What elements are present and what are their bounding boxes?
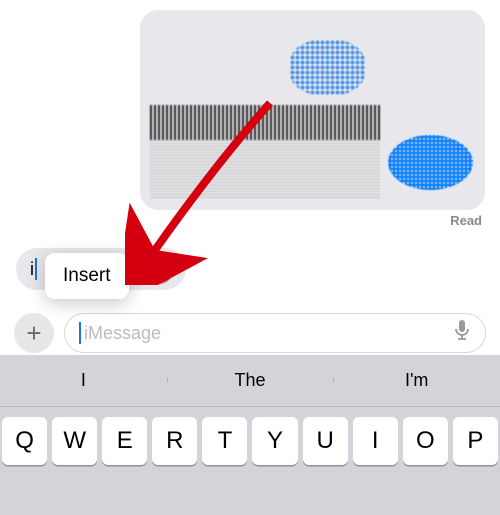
insert-button[interactable]: Insert [45, 253, 129, 299]
plus-icon: + [26, 318, 41, 349]
received-message-bubble[interactable] [140, 10, 485, 210]
text-cursor [79, 322, 81, 344]
redacted-content [150, 138, 380, 198]
keyboard: I The I'm Q W E R T Y U I O P [0, 355, 500, 515]
message-placeholder: iMessage [84, 323, 161, 344]
message-input[interactable]: iMessage [64, 313, 486, 353]
redacted-content [290, 40, 365, 95]
key-w[interactable]: W [52, 417, 97, 465]
suggestion-bar: I The I'm [0, 355, 500, 407]
compass-icon[interactable] [144, 254, 174, 284]
chat-area: Read i Insert [0, 0, 500, 355]
suggestion-0[interactable]: I [0, 370, 167, 391]
key-r[interactable]: R [152, 417, 197, 465]
key-t[interactable]: T [202, 417, 247, 465]
key-i[interactable]: I [353, 417, 398, 465]
redacted-content [388, 135, 473, 190]
text-cursor [35, 258, 37, 280]
draft-text: i [30, 259, 34, 280]
suggestion-1[interactable]: The [167, 370, 334, 391]
key-q[interactable]: Q [2, 417, 47, 465]
add-button[interactable]: + [14, 313, 54, 353]
microphone-icon[interactable] [453, 319, 471, 348]
key-p[interactable]: P [453, 417, 498, 465]
insert-label: Insert [63, 265, 111, 286]
read-receipt: Read [450, 213, 482, 228]
key-y[interactable]: Y [252, 417, 297, 465]
composer-row: + iMessage [0, 305, 500, 361]
redacted-content [150, 105, 380, 140]
key-row-1: Q W E R T Y U I O P [0, 407, 500, 465]
key-o[interactable]: O [403, 417, 448, 465]
key-u[interactable]: U [303, 417, 348, 465]
suggestion-2[interactable]: I'm [333, 370, 500, 391]
key-e[interactable]: E [102, 417, 147, 465]
